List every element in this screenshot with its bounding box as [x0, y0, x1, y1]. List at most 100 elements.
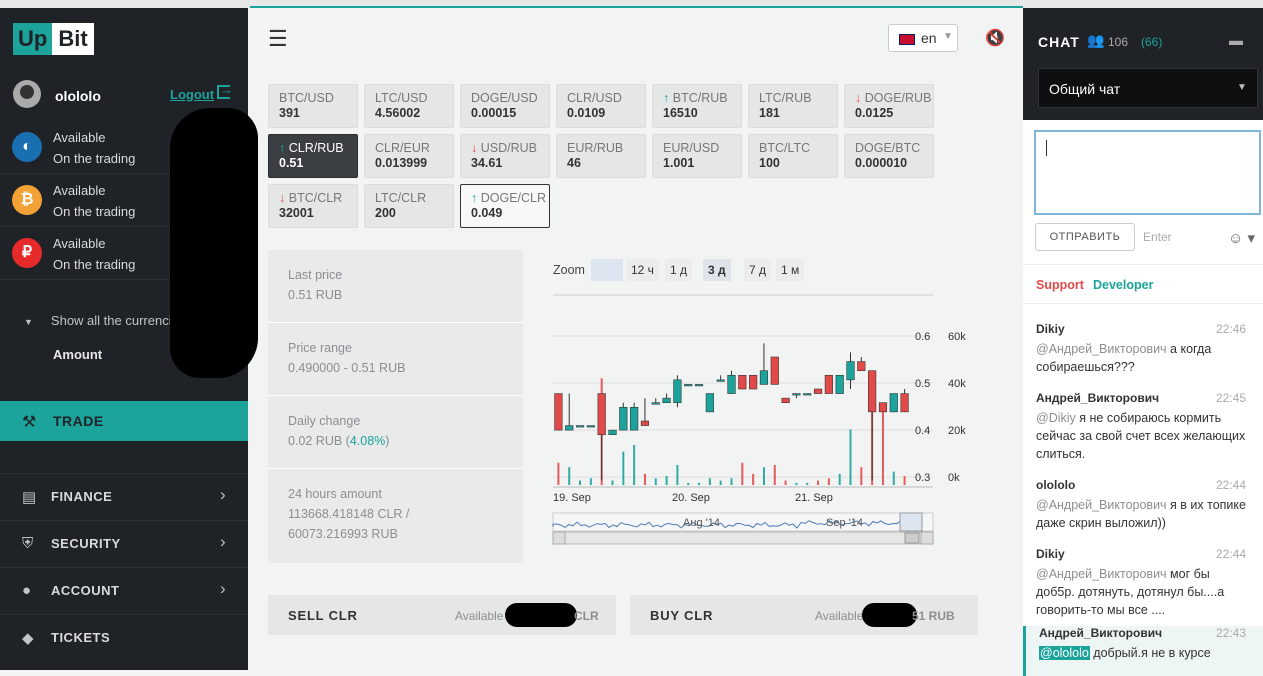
- volume-tick-label: 40k: [948, 378, 966, 390]
- chevron-right-icon: ›: [220, 532, 226, 551]
- ticker-doge-usd[interactable]: DOGE/USD 0.00015: [460, 84, 550, 128]
- ticker-btc-usd[interactable]: BTC/USD 391: [268, 84, 358, 128]
- message-mention[interactable]: @Dikiy: [1036, 411, 1076, 425]
- ticker-value: 1.001: [663, 156, 695, 170]
- emoji-icon[interactable]: ☺ ▾: [1228, 229, 1255, 247]
- chat-room-select[interactable]: Общий чат ▼: [1038, 68, 1258, 108]
- price-chart[interactable]: 0.6 60k 0.5 40k 0.4 20k 0.3 0k 19. Sep 20. Sep 21.…: [548, 255, 988, 555]
- message-mention[interactable]: @olololo: [1039, 646, 1090, 660]
- ticker-pair: ↑ CLR/RUB: [279, 141, 344, 155]
- ticker-pair: ↑ DOGE/CLR: [471, 191, 546, 205]
- ticker-eur-rub[interactable]: EUR/RUB 46: [556, 134, 646, 178]
- price-range-value: 0.490000 - 0.51 RUB: [288, 361, 406, 375]
- candle-body: [575, 425, 585, 428]
- ticker-doge-btc[interactable]: DOGE/BTC 0.000010: [844, 134, 934, 178]
- nav-tickets[interactable]: ◆ TICKETS: [0, 614, 248, 660]
- volume-bar: [795, 482, 798, 485]
- message-mention[interactable]: @Андрей_Викторович: [1036, 567, 1167, 581]
- volume-bar: [708, 478, 711, 485]
- ticker-usd-rub[interactable]: ↓ USD/RUB 34.61: [460, 134, 550, 178]
- message-text: @Dikiy я не собираюсь кормить сейчас за …: [1036, 409, 1246, 463]
- nav-trade[interactable]: ⚒ TRADE: [0, 401, 248, 441]
- candle-body: [565, 425, 574, 431]
- last-price-block: Last price 0.51 RUB: [268, 250, 523, 323]
- navigator-scrollbar: [552, 531, 934, 545]
- nav-account[interactable]: ● ACCOUNT ›: [0, 567, 248, 613]
- ticker-btc-ltc[interactable]: BTC/LTC 100: [748, 134, 838, 178]
- hamburger-icon[interactable]: ☰: [268, 26, 288, 52]
- nav-label: TICKETS: [51, 630, 111, 645]
- logout-icon[interactable]: [217, 82, 233, 99]
- last-price-value: 0.51 RUB: [288, 288, 343, 302]
- message-author[interactable]: Андрей_Викторович: [1036, 391, 1159, 405]
- chat-message-input[interactable]: [1034, 130, 1261, 215]
- ticker-pair-label: BTC/USD: [279, 91, 334, 105]
- daily-change-label: Daily change: [288, 414, 361, 428]
- ticker-clr-rub[interactable]: ↑ CLR/RUB 0.51: [268, 134, 358, 178]
- language-select[interactable]: en ▼: [888, 24, 958, 52]
- volume-bar: [568, 467, 571, 485]
- tab-support[interactable]: Support: [1036, 278, 1084, 292]
- sound-icon[interactable]: 🔇: [985, 28, 1005, 48]
- arrow-down-icon: ↓: [279, 191, 289, 205]
- message-author[interactable]: Dikiy: [1036, 322, 1065, 336]
- buy-available-currency: 51 RUB: [912, 609, 955, 623]
- nav-label: ACCOUNT: [51, 583, 120, 598]
- volume-bar: [557, 462, 560, 485]
- ticker-btc-clr[interactable]: ↓ BTC/CLR 32001: [268, 184, 358, 228]
- nav-trade-label: TRADE: [53, 413, 104, 429]
- send-button[interactable]: ОТПРАВИТЬ: [1035, 223, 1135, 251]
- logo[interactable]: Up Bit: [13, 23, 94, 55]
- amount-24h-rub: 60073.216993 RUB: [288, 527, 398, 541]
- sell-available-label: Available: [455, 609, 504, 623]
- volume-bar: [849, 429, 852, 485]
- volume-bar: [827, 478, 830, 485]
- message-time: 22:43: [1215, 626, 1246, 640]
- sidebar: Up Bit olololo Logout ◐ Available On the t…: [0, 8, 258, 670]
- sell-panel[interactable]: SELL CLR Available CLR: [268, 595, 616, 635]
- chat-bubble-icon[interactable]: ▬: [1229, 32, 1243, 48]
- show-all-currencies[interactable]: ▼ Show all the currencies: [24, 313, 185, 328]
- clr-coin-icon: ◐: [12, 132, 42, 162]
- message-mention[interactable]: @Андрей_Викторович: [1036, 498, 1167, 512]
- chat-message: Андрей_Викторович 22:45 @Dikiy я не собира…: [1023, 391, 1263, 478]
- ticker-btc-rub[interactable]: ↑ BTC/RUB 16510: [652, 84, 742, 128]
- chat-room-value: Общий чат: [1049, 81, 1121, 97]
- ticker-pair-label: BTC/CLR: [288, 191, 343, 205]
- candle-body: [694, 384, 704, 387]
- ticker-clr-usd[interactable]: CLR/USD 0.0109: [556, 84, 646, 128]
- ticker-ltc-clr[interactable]: LTC/CLR 200: [364, 184, 454, 228]
- chat-title: CHAT: [1038, 34, 1080, 50]
- ticker-value: 0.000010: [855, 156, 908, 170]
- ticker-ltc-usd[interactable]: LTC/USD 4.56002: [364, 84, 454, 128]
- ticker-ltc-rub[interactable]: LTC/RUB 181: [748, 84, 838, 128]
- message-author[interactable]: Андрей_Викторович: [1039, 626, 1162, 640]
- volume-bar: [665, 476, 668, 485]
- wallet-trading: On the trading: [53, 151, 136, 166]
- shield-icon: ⛨: [22, 535, 34, 552]
- tab-developer[interactable]: Developer: [1093, 278, 1153, 292]
- volume-tick-label: 0k: [948, 472, 960, 484]
- ticker-pair-label: LTC/USD: [375, 91, 428, 105]
- ticker-clr-eur[interactable]: CLR/EUR 0.013999: [364, 134, 454, 178]
- avatar[interactable]: [13, 80, 41, 108]
- navigator-label: Sep '14: [826, 517, 863, 529]
- nav-finance[interactable]: ▤ FINANCE ›: [0, 473, 248, 519]
- ticker-value: 181: [759, 106, 780, 120]
- candle-body: [878, 402, 888, 413]
- scroll-right-button: [920, 531, 934, 545]
- message-author[interactable]: olololo: [1036, 478, 1075, 492]
- ticker-doge-rub[interactable]: ↓ DOGE/RUB 0.0125: [844, 84, 934, 128]
- ticker-eur-usd[interactable]: EUR/USD 1.001: [652, 134, 742, 178]
- buy-panel[interactable]: BUY CLR Available 51 RUB: [630, 595, 978, 635]
- logout-link[interactable]: Logout: [170, 87, 214, 102]
- nav-security[interactable]: ⛨ SECURITY ›: [0, 520, 248, 566]
- ticker-value: 100: [759, 156, 780, 170]
- redaction-blot: [170, 108, 258, 378]
- message-author[interactable]: Dikiy: [1036, 547, 1065, 561]
- candle-body: [900, 393, 909, 413]
- message-mention[interactable]: @Андрей_Викторович: [1036, 342, 1167, 356]
- ticker-value: 16510: [663, 106, 698, 120]
- logo-up: Up: [13, 23, 53, 55]
- ticker-doge-clr[interactable]: ↑ DOGE/CLR 0.049: [460, 184, 550, 228]
